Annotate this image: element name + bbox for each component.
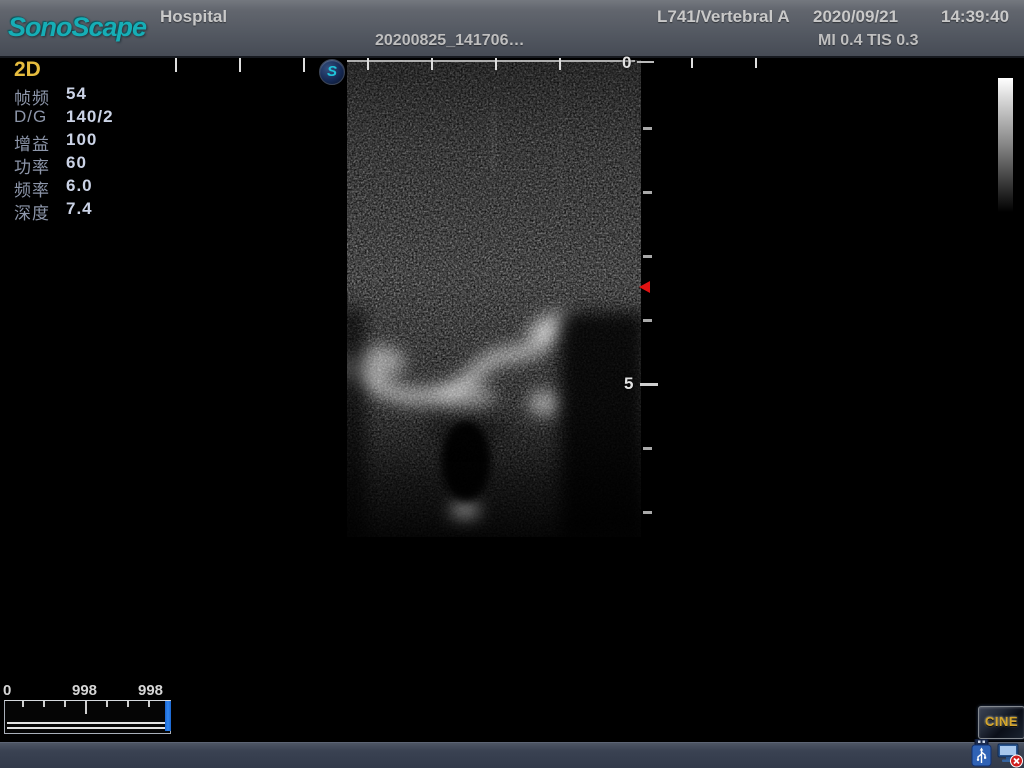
usb-icon[interactable] xyxy=(970,739,993,768)
width-ruler-tick xyxy=(239,58,241,72)
width-ruler-tick xyxy=(691,58,693,68)
cine-ruler-tick xyxy=(106,701,108,707)
top-status-bar: SonoScape Hospital L741/Vertebral A 2020… xyxy=(0,0,1024,58)
exam-id: 20200825_141706… xyxy=(375,32,524,50)
width-ruler-tick xyxy=(431,58,433,70)
grayscale-map-bar xyxy=(998,78,1013,212)
depth-ruler-tick xyxy=(643,447,652,450)
mode-indicator-2d: 2D xyxy=(14,58,41,82)
cine-track-line xyxy=(7,727,165,729)
width-ruler-tick xyxy=(367,58,369,70)
cine-ruler-tick xyxy=(43,701,45,707)
probe-orientation-marker-icon: S xyxy=(319,59,345,85)
param-row-depth: 深度 7.4 xyxy=(14,199,194,222)
depth-ruler-tick xyxy=(643,319,652,322)
cine-ruler-tick xyxy=(127,701,129,707)
probe-preset: L741/Vertebral A xyxy=(657,7,790,27)
exam-date: 2020/09/21 xyxy=(813,7,898,27)
param-value: 140/2 xyxy=(66,107,114,127)
depth-scale-five-label: 5 xyxy=(624,374,633,394)
param-row-frequency: 频率 6.0 xyxy=(14,176,194,199)
depth-major-tick xyxy=(640,383,658,386)
depth-scale-zero-label: 0 xyxy=(622,53,631,73)
sonoscape-logo: SonoScape xyxy=(8,12,146,43)
depth-zero-dash xyxy=(637,61,654,63)
hospital-name: Hospital xyxy=(160,7,227,27)
cine-track-line xyxy=(7,722,165,724)
param-value: 6.0 xyxy=(66,176,93,196)
cine-ruler-tick xyxy=(148,701,150,707)
param-row-dg: D/G 140/2 xyxy=(14,107,194,130)
depth-ruler-tick xyxy=(643,191,652,194)
param-value: 7.4 xyxy=(66,199,93,219)
param-label: 增益 xyxy=(14,130,50,155)
ultrasound-image xyxy=(347,60,641,537)
param-label: D/G xyxy=(14,107,47,127)
param-label: 帧频 xyxy=(14,84,50,109)
ultrasound-machine-screen: SonoScape Hospital L741/Vertebral A 2020… xyxy=(0,0,1024,768)
param-row-power: 功率 60 xyxy=(14,153,194,176)
cine-total-frames: 998 xyxy=(138,682,163,699)
cine-button[interactable]: CINE xyxy=(978,706,1024,739)
cine-current-frame: 998 xyxy=(72,682,97,699)
param-value: 100 xyxy=(66,130,97,150)
param-row-gain: 增益 100 xyxy=(14,130,194,153)
cine-start-frame: 0 xyxy=(3,682,11,699)
width-ruler-tick xyxy=(495,58,497,70)
width-ruler-tick xyxy=(755,58,757,68)
mi-tis-readout: MI 0.4 TIS 0.3 xyxy=(818,32,918,50)
param-label: 频率 xyxy=(14,176,50,201)
width-ruler-line xyxy=(347,60,635,62)
param-label: 功率 xyxy=(14,153,50,178)
cine-scrubber-bar[interactable] xyxy=(4,700,171,734)
clock: 14:39:40 xyxy=(941,7,1009,27)
param-value: 60 xyxy=(66,153,87,173)
depth-ruler-tick xyxy=(643,255,652,258)
cine-ruler-tick xyxy=(85,701,87,714)
param-value: 54 xyxy=(66,84,87,104)
ultrasound-speckle-render xyxy=(347,60,641,537)
system-taskbar xyxy=(0,742,1024,768)
cine-ruler-tick xyxy=(22,701,24,707)
width-ruler-tick xyxy=(303,58,305,72)
cine-ruler-tick xyxy=(64,701,66,707)
network-error-icon[interactable] xyxy=(996,742,1024,768)
depth-ruler-tick xyxy=(643,127,652,130)
depth-ruler-tick xyxy=(643,511,652,514)
param-row-framerate: 帧频 54 xyxy=(14,84,194,107)
width-ruler-tick xyxy=(559,58,561,70)
focus-position-marker xyxy=(639,281,650,293)
cine-position-indicator[interactable] xyxy=(165,701,171,731)
param-label: 深度 xyxy=(14,199,50,224)
width-ruler-tick xyxy=(175,58,177,72)
